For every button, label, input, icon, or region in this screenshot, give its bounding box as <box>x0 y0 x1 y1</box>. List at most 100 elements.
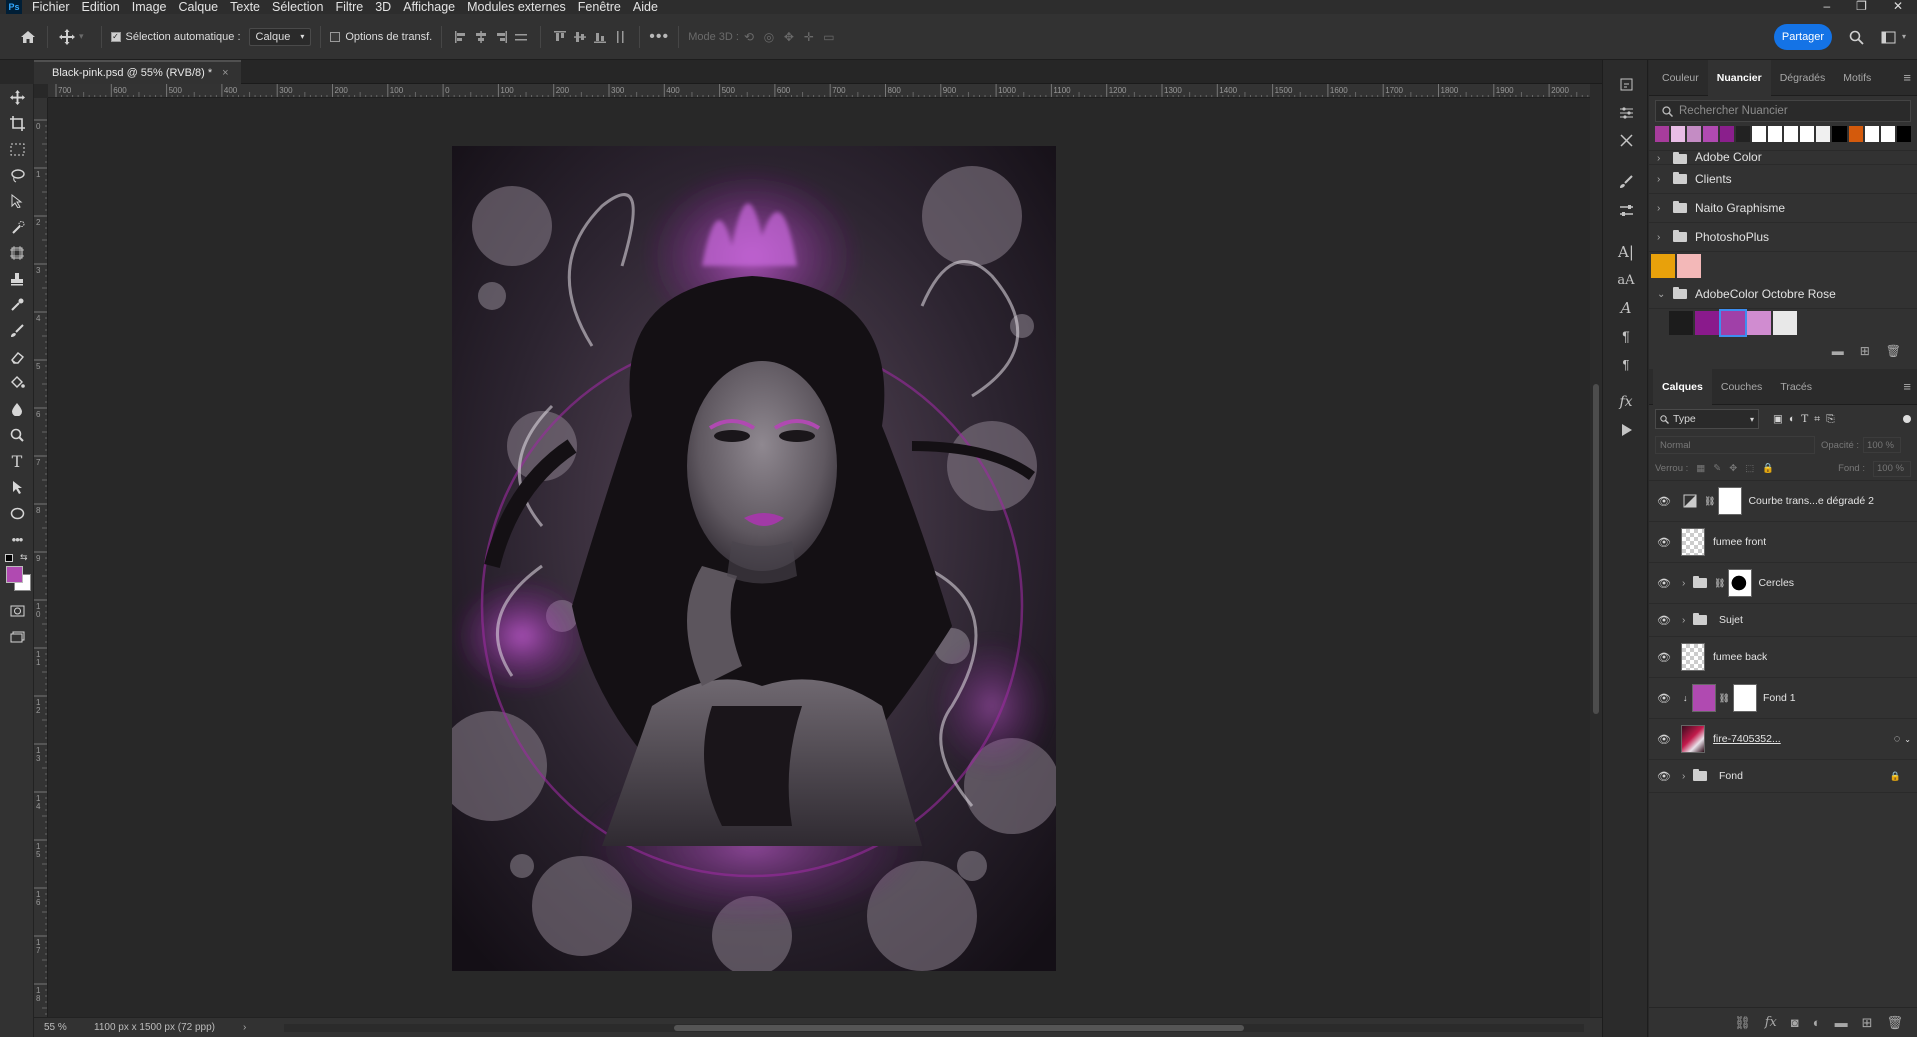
dodge-icon[interactable] <box>0 422 34 448</box>
direct-selection-icon[interactable] <box>0 188 34 214</box>
brush-settings-icon[interactable] <box>1603 168 1649 196</box>
recent-swatch[interactable] <box>1735 126 1750 142</box>
align-right-icon[interactable] <box>491 27 511 47</box>
auto-select-check-icon[interactable]: ✓ <box>110 31 121 42</box>
layer-filter-dropdown[interactable]: Type ▾ <box>1655 409 1759 429</box>
add-mask-icon[interactable]: ◙ <box>1791 1015 1799 1030</box>
menu-filtre[interactable]: Filtre <box>329 0 369 14</box>
filter-toggle-icon[interactable] <box>1903 415 1911 423</box>
recent-swatch[interactable] <box>1784 126 1799 142</box>
new-group-icon[interactable]: ▬ <box>1835 1015 1848 1030</box>
new-group-icon[interactable]: ▬ <box>1832 344 1844 358</box>
visibility-eye-icon[interactable]: 👁 <box>1649 651 1679 664</box>
layer-row[interactable]: 👁 fumee back <box>1649 637 1917 678</box>
distribute-icon[interactable] <box>511 27 531 47</box>
tab-calques[interactable]: Calques <box>1653 368 1712 405</box>
character-icon[interactable]: A| <box>1603 238 1649 266</box>
link-layers-icon[interactable]: ⛓ <box>1734 1015 1751 1031</box>
smart-filter-icon[interactable]: ◌ <box>1894 733 1901 745</box>
foreground-color[interactable] <box>6 566 23 583</box>
minimize-icon[interactable]: – <box>1823 0 1830 12</box>
adjustments-icon[interactable] <box>1603 196 1649 224</box>
share-button[interactable]: Partager <box>1774 24 1832 50</box>
swatch[interactable] <box>1773 311 1797 335</box>
lock-artboard-icon[interactable]: ⬚ <box>1745 463 1754 474</box>
recent-swatch[interactable] <box>1703 126 1718 142</box>
smart-object-thumbnail[interactable] <box>1681 725 1705 753</box>
swatch-group-naito[interactable]: › Naito Graphisme <box>1649 194 1917 223</box>
fill-layer-thumbnail[interactable] <box>1691 684 1716 712</box>
visibility-eye-icon[interactable]: 👁 <box>1649 495 1679 508</box>
visibility-eye-icon[interactable]: 👁 <box>1649 733 1679 746</box>
tab-degrades[interactable]: Dégradés <box>1771 60 1835 96</box>
marquee-icon[interactable] <box>0 136 34 162</box>
move-icon[interactable] <box>0 84 34 110</box>
recent-swatch[interactable] <box>1848 126 1863 142</box>
swatch[interactable] <box>1719 309 1747 337</box>
tab-nuancier[interactable]: Nuancier <box>1707 59 1771 96</box>
home-icon[interactable] <box>18 27 38 47</box>
layer-row[interactable]: 👁 ⛓ Courbe trans...e dégradé 2 <box>1649 481 1917 522</box>
status-menu-arrow[interactable]: › <box>243 1022 246 1033</box>
ellipse-icon[interactable] <box>0 500 34 526</box>
recent-swatch[interactable] <box>1655 126 1670 142</box>
transform-check-icon[interactable] <box>330 31 341 42</box>
new-layer-icon[interactable]: ⊞ <box>1862 1015 1873 1031</box>
character-styles-icon[interactable]: aA <box>1603 266 1649 294</box>
tab-couches[interactable]: Couches <box>1712 369 1771 405</box>
search-icon[interactable] <box>1846 27 1866 47</box>
default-colors-icon[interactable] <box>5 554 13 562</box>
quick-mask-icon[interactable] <box>0 598 34 624</box>
visibility-eye-icon[interactable]: 👁 <box>1649 614 1679 627</box>
swatch-group-photoshoplus[interactable]: › PhotoshoPlus <box>1649 223 1917 252</box>
fill-input[interactable]: 100 % <box>1873 460 1911 477</box>
auto-select-checkbox[interactable]: ✓ Sélection automatique : <box>110 31 241 43</box>
delete-layer-icon[interactable]: 🗑 <box>1886 1015 1903 1031</box>
align-bottom-icon[interactable] <box>590 27 610 47</box>
layer-row[interactable]: 👁 › ⛓ Cercles <box>1649 563 1917 604</box>
lasso-icon[interactable] <box>0 162 34 188</box>
glyphs-icon[interactable]: A <box>1603 294 1649 322</box>
menu-calque[interactable]: Calque <box>173 0 225 14</box>
recent-swatch[interactable] <box>1864 126 1879 142</box>
path-selection-icon[interactable] <box>0 474 34 500</box>
recent-swatch[interactable] <box>1816 126 1831 142</box>
menu-affichage[interactable]: Affichage <box>397 0 461 14</box>
swatch[interactable] <box>1747 311 1771 335</box>
paragraph-icon[interactable]: ¶ <box>1603 322 1649 350</box>
menu-image[interactable]: Image <box>126 0 173 14</box>
chevron-down-icon[interactable]: ⌄ <box>1904 735 1911 744</box>
recent-swatch[interactable] <box>1671 126 1686 142</box>
layer-row[interactable]: 👁 fumee front <box>1649 522 1917 563</box>
new-swatch-icon[interactable]: ⊞ <box>1860 344 1870 358</box>
recent-swatch[interactable] <box>1767 126 1782 142</box>
type-icon[interactable]: T <box>0 448 34 474</box>
tab-motifs[interactable]: Motifs <box>1834 60 1880 96</box>
auto-select-dropdown[interactable]: Calque ▾ <box>248 27 312 46</box>
opacity-input[interactable]: 100 % <box>1863 437 1902 453</box>
distribute-v-icon[interactable] <box>610 27 630 47</box>
filter-pixel-icon[interactable]: ▣ <box>1773 413 1783 425</box>
swatch-group-octobre-rose[interactable]: ⌄ AdobeColor Octobre Rose <box>1649 280 1917 309</box>
layer-row[interactable]: 👁 › Sujet <box>1649 604 1917 637</box>
filter-smart-icon[interactable]: ⎘ <box>1826 413 1834 426</box>
swatch-group-adobe-color[interactable]: › Adobe Color <box>1649 151 1917 165</box>
align-center-h-icon[interactable] <box>471 27 491 47</box>
swatch-group-clients[interactable]: › Clients <box>1649 165 1917 194</box>
recent-swatch[interactable] <box>1800 126 1815 142</box>
vertical-scrollbar[interactable] <box>1590 84 1602 1017</box>
align-top-icon[interactable] <box>550 27 570 47</box>
workspace-chevron-icon[interactable]: ▾ <box>1902 32 1906 41</box>
panel-menu-icon[interactable]: ≡ <box>1903 379 1911 394</box>
menu-texte[interactable]: Texte <box>224 0 266 14</box>
chevron-right-icon[interactable]: › <box>1682 615 1690 626</box>
actions-play-icon[interactable] <box>1603 416 1649 444</box>
menu-modules-externes[interactable]: Modules externes <box>461 0 572 14</box>
swatch[interactable] <box>1651 254 1675 278</box>
lock-paint-icon[interactable]: ✎ <box>1713 463 1721 474</box>
menu-fenetre[interactable]: Fenêtre <box>572 0 627 14</box>
align-left-icon[interactable] <box>451 27 471 47</box>
more-options-icon[interactable]: ••• <box>649 27 669 47</box>
blend-mode-dropdown[interactable]: Normal <box>1655 436 1815 454</box>
crop-icon[interactable] <box>0 110 34 136</box>
